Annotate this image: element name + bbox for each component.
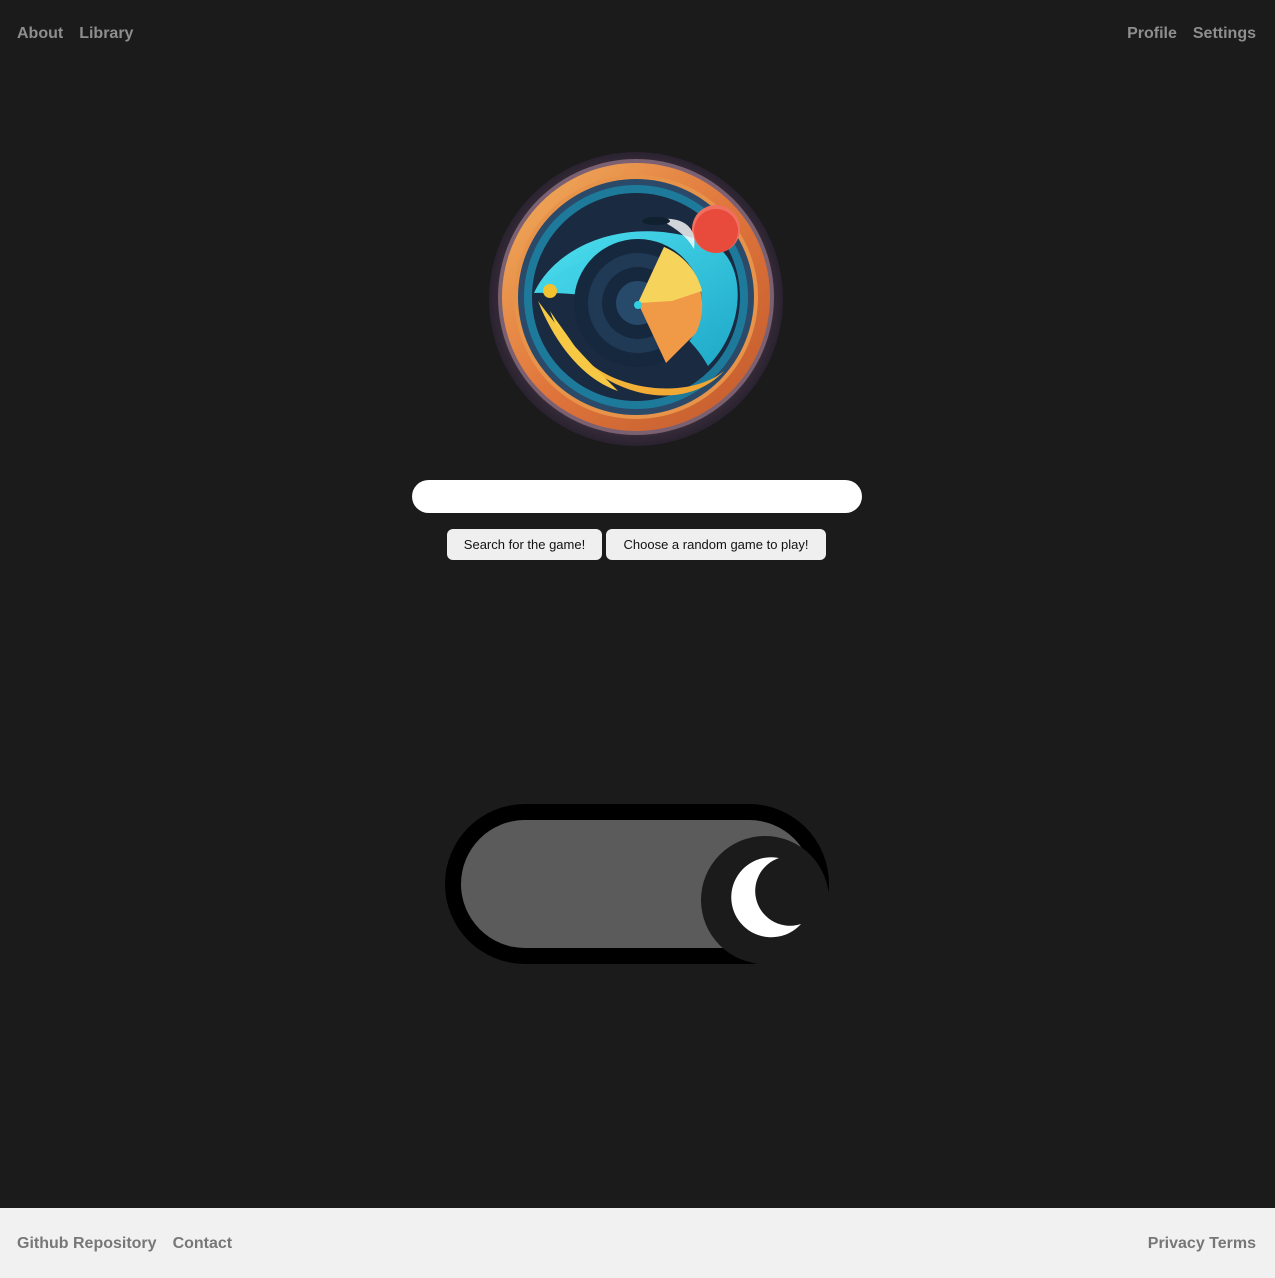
footer-link-privacy-terms[interactable]: Privacy Terms: [1148, 1235, 1256, 1252]
footer-link-contact[interactable]: Contact: [173, 1234, 233, 1254]
search-input[interactable]: [412, 480, 862, 513]
random-game-button[interactable]: Choose a random game to play!: [606, 529, 826, 560]
page: About Library Profile Settings Search fo…: [0, 0, 1275, 1278]
toggle-track: [461, 820, 829, 964]
theme-toggle[interactable]: [445, 804, 829, 964]
toggle-knob: [701, 836, 829, 964]
footer: Github Repository Contact Privacy Terms: [0, 1208, 1275, 1278]
nav-link-library[interactable]: Library: [79, 24, 133, 44]
nav-link-settings[interactable]: Settings: [1193, 24, 1256, 44]
nav-link-about[interactable]: About: [17, 24, 63, 44]
game-logo: [488, 151, 784, 447]
moon-icon: [731, 857, 801, 938]
nav-right: Profile Settings: [1127, 24, 1256, 44]
footer-right: Privacy Terms: [1148, 1234, 1256, 1254]
footer-link-github[interactable]: Github Repository: [17, 1234, 157, 1254]
top-nav: About Library Profile Settings: [0, 0, 1275, 70]
game-logo-icon: [489, 152, 783, 446]
nav-link-profile[interactable]: Profile: [1127, 24, 1177, 44]
nav-left: About Library: [17, 24, 133, 44]
search-button[interactable]: Search for the game!: [447, 529, 602, 560]
footer-left: Github Repository Contact: [17, 1234, 232, 1254]
